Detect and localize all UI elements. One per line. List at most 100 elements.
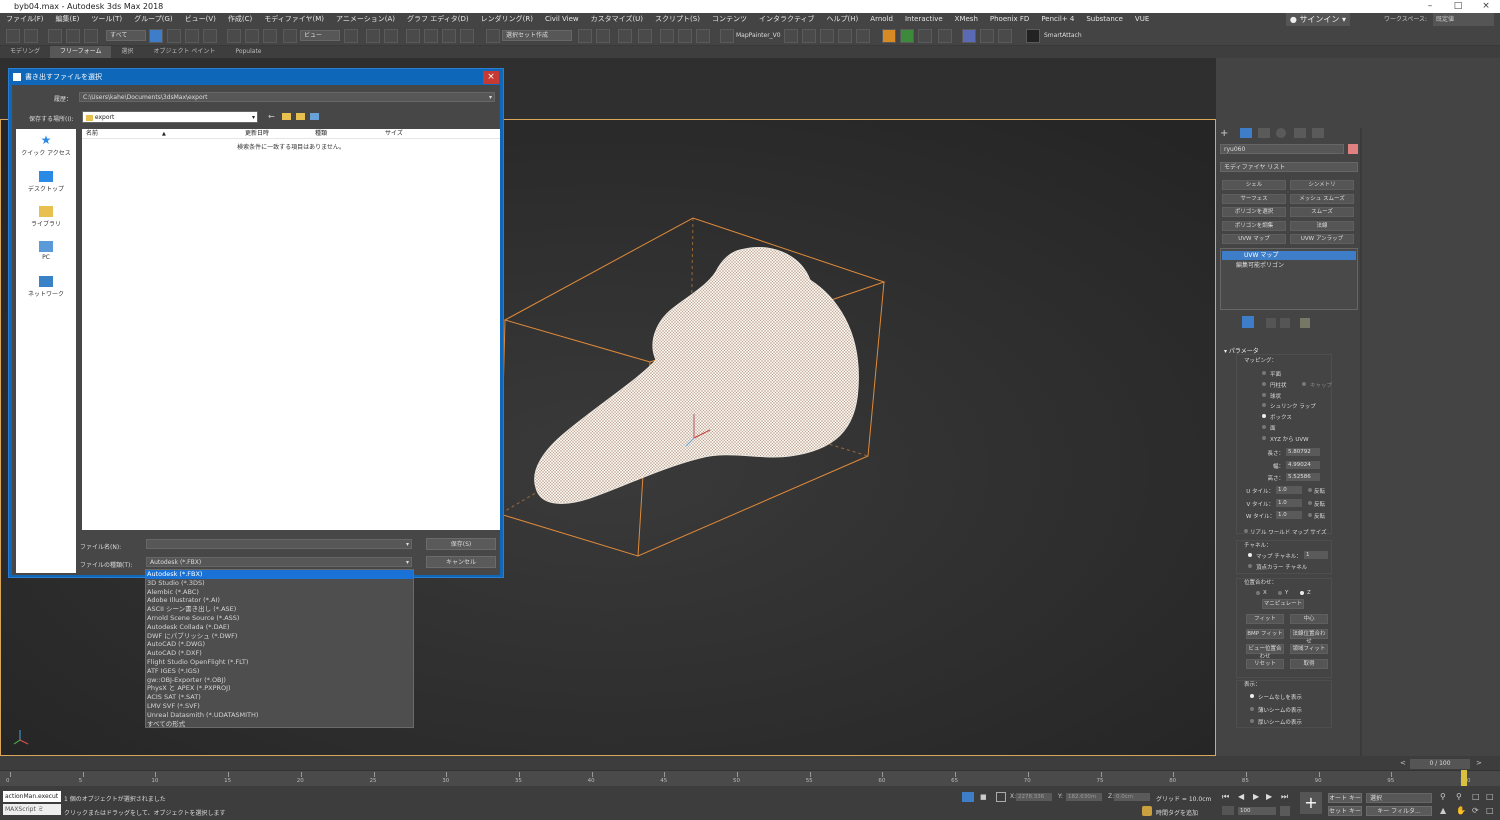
filetype-option[interactable]: Autodesk (*.FBX) <box>146 570 413 579</box>
align-button[interactable]: 取得 <box>1290 659 1328 669</box>
move-icon[interactable] <box>227 29 241 43</box>
coord-x-field[interactable]: 2278.336 <box>1016 793 1052 801</box>
view-menu-icon[interactable] <box>310 113 319 120</box>
axis-radio[interactable] <box>1256 591 1260 595</box>
scale-icon[interactable] <box>263 29 277 43</box>
absolute-mode-icon[interactable] <box>996 792 1006 802</box>
maximize-icon[interactable]: □ <box>1444 0 1472 13</box>
railclone-icon[interactable] <box>962 29 976 43</box>
menu-item[interactable]: スクリプト(S) <box>649 13 706 26</box>
column-type[interactable]: 種類 <box>315 129 327 139</box>
panel-scrollbar[interactable] <box>1360 128 1362 756</box>
snap-icon[interactable] <box>406 29 420 43</box>
mapping-radio[interactable] <box>1262 435 1266 440</box>
back-icon[interactable]: ← <box>268 112 275 121</box>
new-folder-icon[interactable] <box>296 113 305 120</box>
filetype-option[interactable]: ACIS SAT (*.SAT) <box>146 693 413 702</box>
render-setup-icon[interactable] <box>784 29 798 43</box>
ribbon-tab[interactable]: フリーフォーム <box>50 46 112 58</box>
place-desktop[interactable]: デスクトップ <box>16 171 76 193</box>
dim-field[interactable]: 5.52586 <box>1286 473 1320 482</box>
set-key-button[interactable]: セット キー <box>1328 806 1362 816</box>
coord-z-field[interactable]: 0.0cm <box>1114 793 1150 801</box>
menu-item[interactable]: 作成(C) <box>222 13 258 26</box>
savein-dropdown[interactable]: export ▾ <box>82 111 258 123</box>
filetype-option[interactable]: ATF IGES (*.IGS) <box>146 667 413 676</box>
minimize-icon[interactable]: – <box>1416 0 1444 13</box>
manipulate-button[interactable]: マニピュレート <box>1262 599 1304 609</box>
align-button[interactable]: リセット <box>1246 659 1284 669</box>
filetype-option[interactable]: Unreal Datasmith (*.UDATASMITH) <box>146 711 413 720</box>
menu-item[interactable]: グラフ エディタ(D) <box>401 13 475 26</box>
dialog-close-icon[interactable]: × <box>483 71 499 84</box>
menu-item[interactable]: モディファイヤ(M) <box>258 13 330 26</box>
map-channel-field[interactable]: 1 <box>1304 551 1328 559</box>
mapping-radio[interactable] <box>1262 425 1266 429</box>
map-channel-radio[interactable] <box>1248 553 1252 557</box>
undo-icon[interactable] <box>6 29 20 43</box>
orbit-icon[interactable]: ⟳ <box>1472 806 1479 815</box>
mapping-radio[interactable] <box>1262 371 1266 375</box>
menu-item[interactable]: カスタマイズ(U) <box>585 13 649 26</box>
filetype-option[interactable]: DWF にパブリッシュ (*.DWF) <box>146 632 413 641</box>
display-radio[interactable] <box>1250 719 1254 723</box>
ribbon-tab[interactable]: 選択 <box>111 46 143 58</box>
file-list[interactable]: 名前 ▲ 更新日時 種類 サイズ 検索条件に一致する項目はありません。 <box>82 129 500 530</box>
menu-item[interactable]: アニメーション(A) <box>330 13 401 26</box>
place-network[interactable]: ネットワーク <box>16 276 76 298</box>
realworld-checkbox[interactable] <box>1244 529 1248 533</box>
dialog-title-bar[interactable]: 書き出すファイルを選択 <box>9 69 503 85</box>
menu-item[interactable]: レンダリング(R) <box>475 13 539 26</box>
axis-radio[interactable] <box>1278 591 1282 595</box>
ribbon-tab[interactable]: Populate <box>225 46 271 58</box>
align-button[interactable]: 中心 <box>1290 614 1328 624</box>
up-folder-icon[interactable] <box>282 113 291 120</box>
forest-icon[interactable] <box>900 29 914 43</box>
tile-field[interactable]: 1.0 <box>1276 486 1302 494</box>
add-time-tag[interactable]: 時間タグを追加 <box>1156 808 1198 817</box>
display-radio[interactable] <box>1250 706 1254 711</box>
filetype-option[interactable]: Autodesk Collada (*.DAE) <box>146 623 413 632</box>
workspace-selector[interactable]: ワークスペース: 既定値 <box>1384 13 1500 26</box>
menu-item[interactable]: ファイル(F) <box>0 13 50 26</box>
ribbon-tab[interactable]: オブジェクト ペイント <box>144 46 226 58</box>
align-button[interactable]: BMP フィット <box>1246 629 1284 639</box>
history-dropdown[interactable]: C:\Users\kahe\Documents\3dsMax\export ▾ <box>79 92 495 102</box>
ribbon-tab[interactable]: モデリング <box>0 46 50 58</box>
mirror-icon[interactable] <box>578 29 592 43</box>
select-by-name-icon[interactable] <box>167 29 181 43</box>
flip-checkbox[interactable] <box>1308 500 1312 505</box>
filename-input[interactable]: ▾ <box>146 539 412 549</box>
zoom-extents-all-icon[interactable]: □ <box>1486 792 1494 801</box>
dim-field[interactable]: 4.99024 <box>1286 460 1320 469</box>
rect-select-icon[interactable] <box>185 29 199 43</box>
isolate-selection-icon[interactable] <box>962 792 974 802</box>
menu-item[interactable]: XMesh <box>949 13 984 26</box>
align-button[interactable]: フィット <box>1246 614 1284 624</box>
filetype-option[interactable]: AutoCAD (*.DXF) <box>146 649 413 658</box>
mapping-radio[interactable] <box>1262 381 1266 386</box>
percent-snap-icon[interactable] <box>442 29 456 43</box>
column-name[interactable]: 名前 <box>86 129 98 139</box>
menu-item[interactable]: Substance <box>1080 13 1129 26</box>
menu-item[interactable]: Arnold <box>864 13 899 26</box>
current-frame-field[interactable]: 100 <box>1238 807 1276 815</box>
tile-field[interactable]: 1.0 <box>1276 511 1302 520</box>
link-icon[interactable] <box>48 29 62 43</box>
filetype-option[interactable]: Alembic (*.ABC) <box>146 588 413 597</box>
menu-item[interactable]: ビュー(V) <box>179 13 222 26</box>
vue-icon[interactable] <box>1026 29 1040 43</box>
menu-item[interactable]: VUE <box>1129 13 1155 26</box>
flip-checkbox[interactable] <box>1308 488 1312 492</box>
cap-checkbox[interactable] <box>1302 382 1306 386</box>
filetype-option[interactable]: Arnold Scene Source (*.ASS) <box>146 614 413 623</box>
align-icon[interactable] <box>596 29 610 43</box>
filetype-option[interactable]: 3D Studio (*.3DS) <box>146 579 413 588</box>
selection-set-dropdown[interactable]: 選択セット作成 <box>502 30 572 41</box>
next-frame-icon[interactable]: ▶ <box>1266 792 1272 801</box>
pivot-icon[interactable] <box>344 29 358 43</box>
lock-icon[interactable]: ■ <box>980 793 987 801</box>
key-selection-dropdown[interactable]: 選択 <box>1366 793 1432 803</box>
align-button[interactable]: 法線位置合わせ <box>1290 629 1328 645</box>
table-icon[interactable] <box>938 29 952 43</box>
